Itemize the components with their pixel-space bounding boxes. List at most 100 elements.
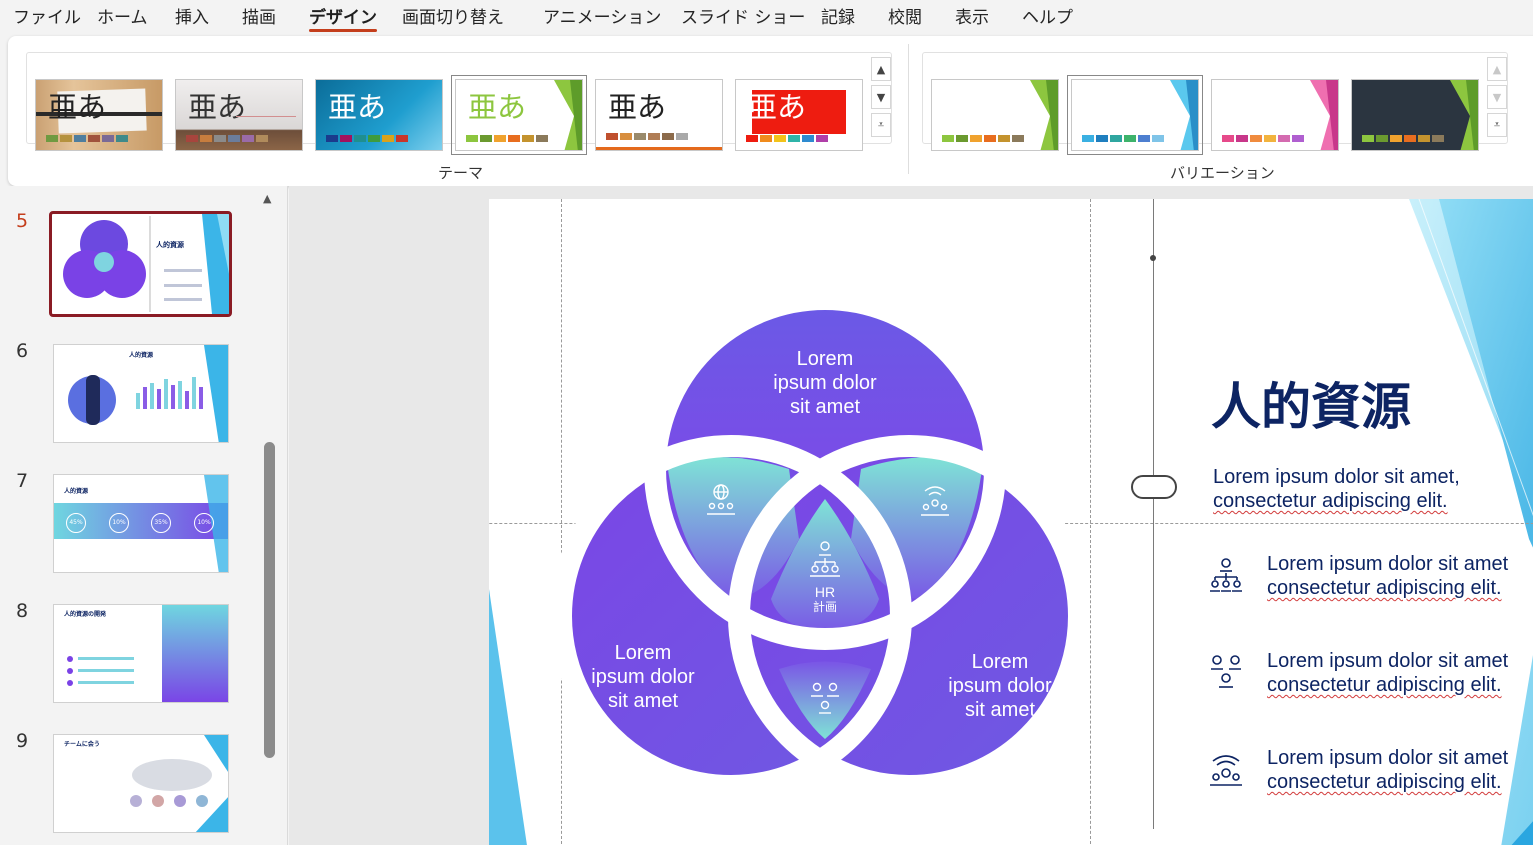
themes-more-button[interactable]: ⩡ bbox=[871, 113, 891, 137]
thumb-percent: 35% bbox=[151, 513, 171, 533]
current-slide[interactable]: Lorem ipsum dolor sit amet Lorem ipsum d… bbox=[489, 199, 1533, 845]
thumb-title: 人的資源 bbox=[64, 488, 89, 495]
group-divider bbox=[908, 44, 909, 174]
team-people-icon bbox=[1211, 655, 1241, 688]
bullet-line: Lorem ipsum dolor sit amet bbox=[1267, 650, 1509, 672]
variation-thumb-blue[interactable] bbox=[1067, 75, 1203, 155]
theme-thumb-gray-wood[interactable]: 亜あ bbox=[175, 79, 303, 151]
thumb-title: 人的資源 bbox=[156, 241, 184, 249]
theme-swatches bbox=[46, 135, 128, 142]
slide-thumbnail-5[interactable]: 人的資源 bbox=[49, 211, 232, 317]
theme-swatches bbox=[466, 135, 548, 142]
variation-swatches bbox=[1222, 135, 1304, 142]
slide-8-preview bbox=[67, 605, 228, 702]
slide-number: 9 bbox=[16, 730, 29, 752]
chevron-down-icon: ▼ bbox=[1492, 90, 1502, 104]
expand-gallery-icon: ⩡ bbox=[1493, 118, 1501, 131]
menu-transitions[interactable]: 画面切り替え bbox=[402, 3, 504, 28]
themes-scroll-up-button[interactable]: ▲ bbox=[871, 57, 891, 81]
theme-thumb-wood[interactable]: 亜あ bbox=[35, 79, 163, 151]
theme-thumb-facet[interactable]: 亜あ bbox=[451, 75, 587, 155]
facet-decoration bbox=[1170, 80, 1198, 150]
theme-sample-text: 亜あ bbox=[748, 90, 807, 124]
variations-scroll-up-button[interactable]: ▲ bbox=[1487, 57, 1507, 81]
thumb-title: 人的資源 bbox=[129, 352, 154, 359]
variation-thumb-dark[interactable] bbox=[1351, 79, 1479, 151]
slide-title[interactable]: 人的資源 bbox=[1211, 367, 1411, 439]
theme-thumb-blue[interactable]: 亜あ bbox=[315, 79, 443, 151]
menu-draw[interactable]: 描画 bbox=[242, 3, 276, 28]
bullet-line: consectetur adipiscing elit. bbox=[1267, 577, 1502, 599]
venn-label-top: Lorem ipsum dolor sit amet bbox=[745, 347, 905, 419]
venn-text-line: Lorem bbox=[796, 348, 854, 370]
theme-sample-text: 亜あ bbox=[328, 90, 387, 124]
theme-thumb-red[interactable]: 亜あ bbox=[735, 79, 863, 151]
intro-text[interactable]: Lorem ipsum dolor sit amet, consectetur … bbox=[1213, 465, 1460, 513]
selection-guide bbox=[1153, 199, 1154, 829]
venn-text-line: Lorem bbox=[971, 651, 1029, 673]
menu-review[interactable]: 校閲 bbox=[888, 3, 922, 28]
bullet-text[interactable]: Lorem ipsum dolor sit amet consectetur a… bbox=[1267, 746, 1508, 794]
slide-5-preview bbox=[63, 214, 229, 314]
slide-thumbnail-6[interactable]: 人的資源 bbox=[53, 344, 229, 443]
theme-swatches bbox=[746, 135, 828, 142]
variation-thumb-green[interactable] bbox=[931, 79, 1059, 151]
expand-gallery-icon: ⩡ bbox=[877, 118, 885, 131]
theme-thumb-orange[interactable]: 亜あ bbox=[595, 79, 723, 151]
slide-number: 6 bbox=[16, 340, 29, 362]
selection-point[interactable] bbox=[1150, 255, 1156, 261]
menu-insert[interactable]: 挿入 bbox=[175, 3, 209, 28]
variations-group-label: バリエーション bbox=[1170, 164, 1275, 182]
venn-label-right: Lorem ipsum dolor sit amet bbox=[920, 650, 1080, 722]
menu-view[interactable]: 表示 bbox=[955, 3, 989, 28]
theme-sample-text: 亜あ bbox=[188, 90, 247, 124]
venn-label-center: HR 計画 bbox=[785, 585, 865, 615]
slides-panel-scrollbar[interactable] bbox=[264, 442, 275, 758]
slide-thumbnail-7[interactable]: 人的資源 45% 10% 35% 10% bbox=[53, 474, 229, 573]
broadcast-people-icon bbox=[1210, 755, 1242, 786]
themes-gallery: 亜あ 亜あ 亜あ 亜あ 亜あ 亜あ ▲ ▼ ⩡ bbox=[26, 52, 892, 155]
bullet-line: consectetur adipiscing elit. bbox=[1267, 771, 1502, 793]
menu-record[interactable]: 記録 bbox=[821, 3, 855, 28]
venn-text-line: sit amet bbox=[789, 396, 861, 418]
theme-sample-text: 亜あ bbox=[608, 90, 667, 124]
chevron-down-icon: ▼ bbox=[876, 90, 886, 104]
variations-more-button[interactable]: ⩡ bbox=[1487, 113, 1507, 137]
slide-thumbnail-9[interactable]: チームに会う bbox=[53, 734, 229, 833]
menu-slideshow[interactable]: スライド ショー bbox=[681, 3, 805, 28]
bullet-text[interactable]: Lorem ipsum dolor sit amet consectetur a… bbox=[1267, 552, 1508, 600]
bullet-line: Lorem ipsum dolor sit amet bbox=[1267, 747, 1509, 769]
variation-swatches bbox=[942, 135, 1024, 142]
slide-number: 8 bbox=[16, 600, 29, 622]
theme-sample-text: 亜あ bbox=[48, 90, 107, 124]
menu-design[interactable]: デザイン bbox=[309, 3, 377, 32]
scroll-up-arrow-icon[interactable]: ▲ bbox=[263, 192, 271, 205]
venn-text-line: ipsum dolor bbox=[773, 372, 877, 394]
venn-text-line: HR bbox=[814, 584, 836, 600]
venn-text-line: ipsum dolor bbox=[948, 675, 1052, 697]
facet-decoration bbox=[1450, 80, 1478, 150]
themes-group-label: テーマ bbox=[438, 164, 484, 182]
variation-thumb-pink[interactable] bbox=[1211, 79, 1339, 151]
bullet-text[interactable]: Lorem ipsum dolor sit amet consectetur a… bbox=[1267, 649, 1508, 697]
resize-handle[interactable] bbox=[1131, 475, 1177, 499]
menu-animations[interactable]: アニメーション bbox=[543, 3, 661, 28]
thumb-percent: 45% bbox=[66, 513, 86, 533]
thumb-title: 人的資源の開発 bbox=[64, 611, 107, 618]
thumb-percent: 10% bbox=[194, 513, 214, 533]
menu-home[interactable]: ホーム bbox=[97, 3, 148, 28]
design-ribbon: 亜あ 亜あ 亜あ 亜あ 亜あ 亜あ ▲ ▼ ⩡ テーマ ▲ ▼ ⩡ バリエーショ… bbox=[8, 36, 1533, 186]
variations-gallery: ▲ ▼ ⩡ bbox=[922, 52, 1508, 155]
menu-help[interactable]: ヘルプ bbox=[1022, 3, 1073, 28]
theme-sample-text: 亜あ bbox=[468, 90, 527, 124]
themes-scroll-down-button[interactable]: ▼ bbox=[871, 85, 891, 109]
slide-number: 5 bbox=[16, 210, 29, 232]
facet-decoration bbox=[1310, 80, 1338, 150]
slide-thumbnail-8[interactable]: 人的資源の開発 bbox=[53, 604, 229, 703]
menu-file[interactable]: ファイル bbox=[13, 3, 81, 28]
theme-swatches bbox=[606, 133, 688, 140]
variations-scroll-down-button[interactable]: ▼ bbox=[1487, 85, 1507, 109]
venn-text-line: sit amet bbox=[964, 699, 1036, 721]
bullet-line: Lorem ipsum dolor sit amet bbox=[1267, 553, 1509, 575]
venn-text-line: Lorem bbox=[614, 642, 672, 664]
